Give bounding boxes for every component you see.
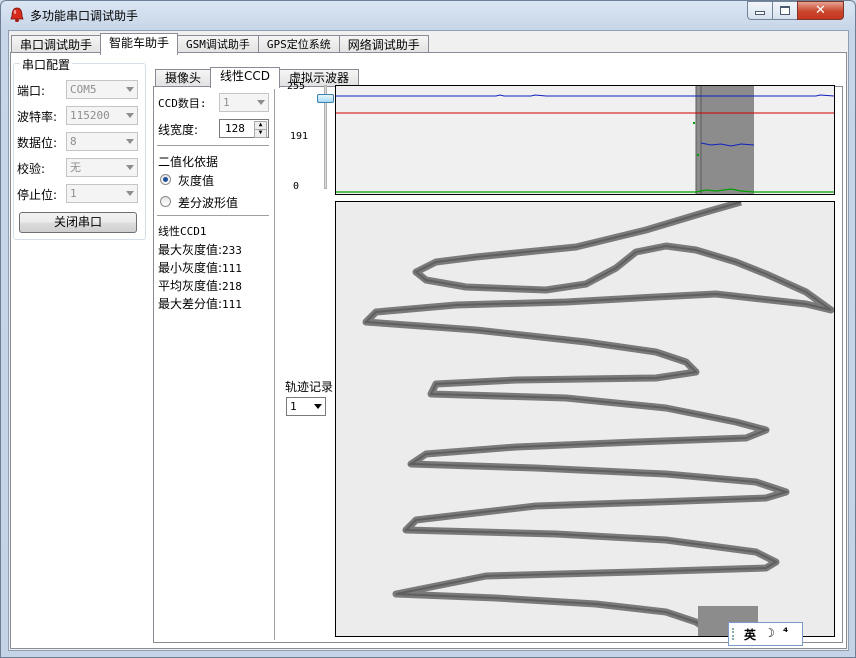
- ccd-waveform-plot: [335, 85, 835, 195]
- parity-label: 校验:: [17, 162, 46, 176]
- track-record-svg: [362, 202, 834, 636]
- line-width-spinner[interactable]: 128 ▲ ▼: [219, 119, 269, 138]
- track-record-plot: [335, 201, 835, 637]
- databits-value: 8: [70, 135, 77, 148]
- main-window: 多功能串口调试助手 ✕ 串口调试助手 智能车助手 GSM调试助手 GPS定位系统…: [0, 0, 856, 658]
- avg-gray-row: 平均灰度值:218: [158, 277, 242, 294]
- binarize-title: 二值化依据: [158, 155, 219, 169]
- max-diff-row: 最大差分值:111: [158, 295, 242, 312]
- chevron-down-icon: [126, 87, 134, 92]
- baud-label: 波特率:: [17, 110, 58, 124]
- title-bar[interactable]: 多功能串口调试助手 ✕: [1, 1, 855, 29]
- minimize-button[interactable]: [747, 1, 773, 20]
- ccd-count-select[interactable]: 1: [219, 93, 269, 112]
- stopbits-label: 停止位:: [17, 188, 58, 202]
- chevron-down-icon: [126, 113, 134, 118]
- track-record-value: 1: [290, 400, 297, 413]
- radio-gray-label[interactable]: 灰度值: [178, 172, 214, 189]
- maximize-button[interactable]: [772, 1, 798, 20]
- max-gray-label: 最大灰度值:: [158, 243, 223, 257]
- stopbits-select[interactable]: 1: [66, 184, 138, 203]
- subtab-linear-ccd[interactable]: 线性CCD: [210, 67, 281, 88]
- port-label: 端口:: [17, 84, 46, 98]
- min-gray-label: 最小灰度值:: [158, 261, 223, 275]
- ccd-count-value: 1: [223, 96, 230, 109]
- diff-marker: [693, 122, 695, 124]
- databits-label: 数据位:: [17, 136, 58, 150]
- window-title: 多功能串口调试助手: [30, 9, 139, 23]
- serial-config-group: 串口配置 端口: COM5 波特率: 115200 数据位: 8 校验: 无 停…: [13, 56, 146, 240]
- radio-diff-label[interactable]: 差分波形值: [178, 194, 238, 211]
- ime-toolbar[interactable]: 英 ☽ ⁴: [728, 622, 803, 646]
- stopbits-value: 1: [70, 187, 77, 200]
- ime-moon-icon[interactable]: ☽: [764, 626, 775, 640]
- separator: [157, 145, 269, 147]
- scale-bottom-label: 0: [293, 181, 300, 192]
- ccd-count-label: CCD数目:: [158, 97, 207, 110]
- chevron-down-icon: [257, 100, 265, 105]
- avg-gray-value: 218: [222, 280, 242, 293]
- linear-ccd-panel: CCD数目: 1 线宽度: 128 ▲ ▼ 二值化依据 灰度值 差分波形值 线性…: [153, 81, 843, 646]
- avg-gray-label: 平均灰度值:: [158, 279, 223, 293]
- parity-value: 无: [70, 161, 81, 174]
- ime-lang-button[interactable]: 英: [744, 626, 756, 643]
- tab-smart-car[interactable]: 智能车助手: [100, 33, 179, 55]
- track-record-label: 轨迹记录: [285, 380, 334, 394]
- threshold-slider-thumb[interactable]: [317, 94, 334, 103]
- subtab-camera[interactable]: 摄像头: [155, 69, 212, 87]
- close-button[interactable]: ✕: [797, 1, 844, 20]
- separator: [157, 215, 269, 217]
- max-gray-value: 233: [222, 244, 242, 257]
- ime-punct-icon[interactable]: ⁴: [783, 625, 788, 639]
- min-gray-value: 111: [222, 262, 242, 275]
- close-port-button[interactable]: 关闭串口: [19, 212, 137, 233]
- main-tabs: 串口调试助手 智能车助手 GSM调试助手 GPS定位系统 网络调试助手: [11, 33, 429, 55]
- chevron-down-icon: [126, 139, 134, 144]
- app-bell-icon: [10, 7, 24, 22]
- port-select[interactable]: COM5: [66, 80, 138, 99]
- spin-down-icon[interactable]: ▼: [254, 129, 267, 138]
- line-width-label: 线宽度:: [158, 123, 199, 137]
- databits-select[interactable]: 8: [66, 132, 138, 151]
- smart-car-panel: 串口配置 端口: COM5 波特率: 115200 数据位: 8 校验: 无 停…: [10, 52, 847, 649]
- maximize-icon: [780, 6, 790, 15]
- client-area: 串口调试助手 智能车助手 GSM调试助手 GPS定位系统 网络调试助手 串口配置…: [8, 30, 849, 651]
- min-gray-row: 最小灰度值:111: [158, 259, 242, 276]
- ime-grip-icon: [732, 628, 737, 640]
- max-diff-label: 最大差分值:: [158, 297, 223, 311]
- minimize-icon: [755, 11, 765, 15]
- diff-marker: [697, 154, 699, 156]
- line-width-value: 128: [225, 122, 245, 135]
- dark-band: [696, 86, 754, 194]
- ccd-subtabs: 摄像头 线性CCD 虚拟示波器: [155, 67, 360, 88]
- scale-mid-label: 191: [290, 131, 309, 142]
- radio-diff-wave[interactable]: [160, 196, 171, 207]
- port-value: COM5: [70, 83, 97, 96]
- chevron-down-icon: [126, 165, 134, 170]
- track-record-select[interactable]: 1: [286, 397, 326, 416]
- radio-gray-value[interactable]: [160, 174, 171, 185]
- chevron-down-icon: [126, 191, 134, 196]
- max-gray-row: 最大灰度值:233: [158, 241, 242, 258]
- max-diff-value: 111: [222, 298, 242, 311]
- baud-value: 115200: [70, 109, 110, 122]
- ccd-waveform-svg: [336, 86, 834, 194]
- vertical-separator: [274, 89, 276, 640]
- parity-select[interactable]: 无: [66, 158, 138, 177]
- chevron-down-icon: [314, 404, 322, 409]
- stats-title: 线性CCD1: [158, 225, 207, 238]
- gray-trace: [336, 94, 834, 97]
- close-icon: ✕: [815, 3, 826, 18]
- track-path: [362, 202, 834, 636]
- baud-select[interactable]: 115200: [66, 106, 138, 125]
- scale-top-label: 255: [287, 81, 306, 92]
- diff-trace: [336, 188, 834, 193]
- serial-config-title: 串口配置: [20, 56, 73, 73]
